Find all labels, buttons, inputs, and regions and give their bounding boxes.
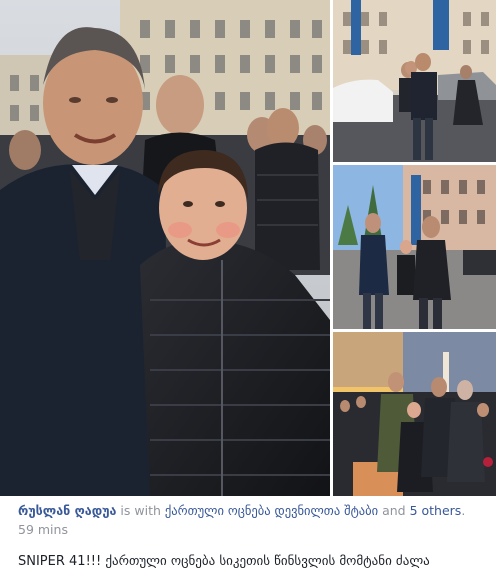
author-name[interactable]: რუსლან ღადუა — [18, 503, 116, 518]
main-photo[interactable] — [0, 0, 330, 496]
photo-grid — [0, 0, 496, 500]
tagged-page-link[interactable]: ქართული ოცნება დევნილთა შტაბი — [165, 503, 378, 518]
post-header: რუსლან ღადუა is with ქართული ოცნება დევნ… — [18, 503, 488, 519]
side-photo-1[interactable] — [333, 0, 496, 162]
with-text: is with — [120, 503, 161, 518]
and-text: and — [382, 503, 406, 518]
header-period: . — [461, 503, 466, 518]
post-timestamp[interactable]: 59 mins — [18, 522, 68, 538]
others-link[interactable]: 5 others — [410, 503, 462, 518]
side-photo-3[interactable] — [333, 332, 496, 496]
post-body-text: SNIPER 41!!! ქართული ოცნება სიკეთის წინს… — [18, 554, 430, 569]
side-photo-2[interactable] — [333, 165, 496, 329]
post-caption: რუსლან ღადუა is with ქართული ოცნება დევნ… — [18, 503, 488, 570]
